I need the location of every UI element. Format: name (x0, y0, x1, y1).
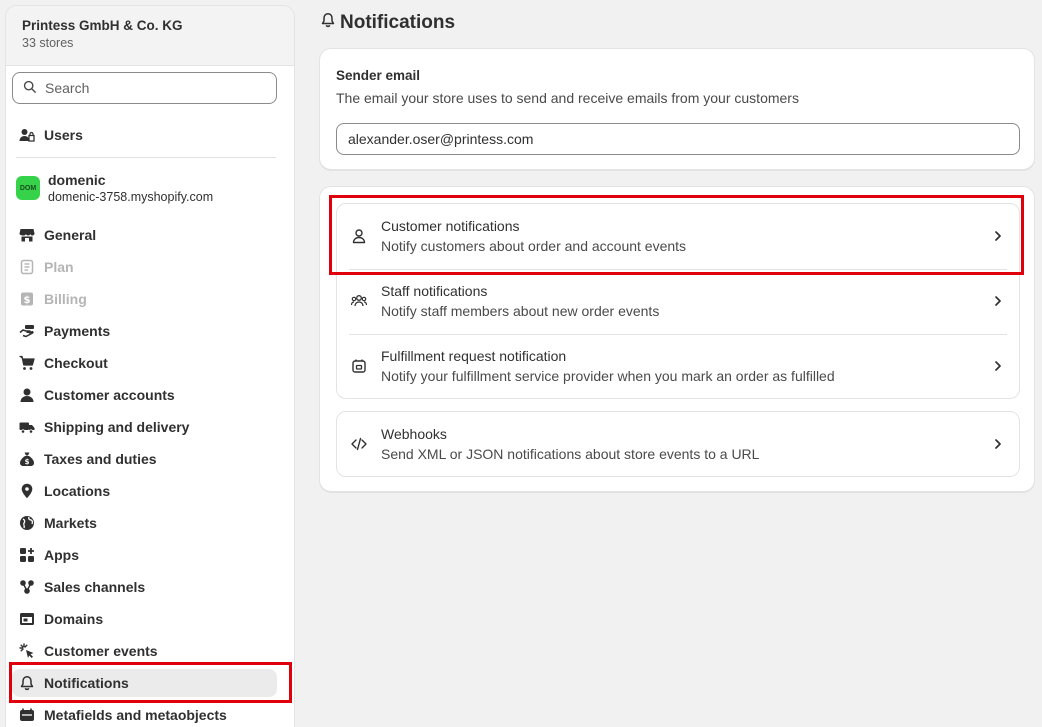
domains-icon (18, 610, 36, 628)
sidebar-item-customer-accounts[interactable]: Customer accounts (12, 381, 277, 409)
organization-name: Printess GmbH & Co. KG (22, 18, 183, 33)
organization-header[interactable]: Printess GmbH & Co. KG 33 stores (6, 6, 294, 66)
store-icon (18, 226, 36, 244)
sidebar-item-label: Taxes and duties (44, 451, 157, 467)
sidebar-item-label: Apps (44, 547, 79, 563)
search-box[interactable] (12, 72, 277, 104)
page-title-text: Notifications (340, 12, 456, 33)
sidebar-item-taxes[interactable]: $ Taxes and duties (12, 445, 277, 473)
sidebar-item-billing[interactable]: $ Billing (12, 285, 277, 313)
sidebar-item-metafields[interactable]: Metafields and metaobjects (12, 701, 277, 727)
sidebar-item-markets[interactable]: Markets (12, 509, 277, 537)
sidebar-item-users[interactable]: Users (12, 121, 277, 149)
sidebar-item-label: Sales channels (44, 579, 146, 595)
users-icon (18, 126, 36, 144)
person-icon (351, 228, 367, 244)
chevron-right-icon (991, 358, 1005, 374)
sidebar-item-label: General (44, 227, 97, 243)
sidebar-item-label: Domains (44, 611, 104, 627)
sidebar-item-domains[interactable]: Domains (12, 605, 277, 633)
svg-text:$: $ (25, 458, 30, 466)
row-description: Notify your fulfillment service provider… (381, 368, 835, 384)
sidebar-item-label: Locations (44, 483, 111, 499)
webhooks-row[interactable]: Webhooks Send XML or JSON notifications … (337, 412, 1019, 477)
truck-icon (18, 418, 36, 436)
sales-channels-icon (18, 578, 36, 596)
store-domain: domenic-3758.myshopify.com (48, 190, 214, 204)
sidebar-item-label: Payments (44, 323, 111, 339)
store-name: domenic (48, 172, 106, 188)
sidebar-item-label: Checkout (44, 355, 108, 371)
customer-notifications-row[interactable]: Customer notifications Notify customers … (337, 204, 1019, 269)
row-title: Customer notifications (381, 218, 520, 234)
sidebar-item-checkout[interactable]: Checkout (12, 349, 277, 377)
cursor-click-icon (18, 642, 36, 660)
payments-icon (18, 322, 36, 340)
svg-text:$: $ (24, 295, 31, 306)
row-title: Webhooks (381, 426, 447, 442)
notification-types-group: Customer notifications Notify customers … (336, 203, 1020, 399)
row-title: Fulfillment request notification (381, 348, 567, 364)
staff-notifications-row[interactable]: Staff notifications Notify staff members… (337, 269, 1019, 334)
location-pin-icon (18, 482, 36, 500)
globe-icon (18, 514, 36, 532)
sidebar-item-notifications[interactable]: Notifications (12, 669, 277, 697)
metafields-icon (18, 706, 36, 724)
sidebar-item-payments[interactable]: Payments (12, 317, 277, 345)
chevron-right-icon (991, 228, 1005, 244)
chevron-right-icon (991, 436, 1005, 452)
sender-email-title: Sender email (336, 68, 421, 83)
sidebar-item-customer-events[interactable]: Customer events (12, 637, 277, 665)
plan-icon (18, 258, 36, 276)
apps-icon (18, 546, 36, 564)
store-avatar: DOM (16, 176, 40, 200)
sidebar-item-label: Users (44, 127, 83, 143)
sender-email-input[interactable] (336, 123, 1020, 155)
people-icon (350, 293, 368, 309)
sidebar-item-apps[interactable]: Apps (12, 541, 277, 569)
sidebar-item-locations[interactable]: Locations (12, 477, 277, 505)
row-description: Send XML or JSON notifications about sto… (381, 446, 760, 462)
sidebar-item-label: Notifications (44, 675, 129, 691)
cart-icon (18, 354, 36, 372)
sidebar-divider (16, 157, 276, 158)
bell-icon (320, 12, 340, 34)
sidebar-item-plan[interactable]: Plan (12, 253, 277, 281)
store-switcher[interactable]: DOM domenic domenic-3758.myshopify.com (16, 172, 213, 204)
sidebar-item-label: Billing (44, 291, 87, 307)
sidebar-item-general[interactable]: General (12, 221, 277, 249)
row-description: Notify staff members about new order eve… (381, 303, 660, 319)
money-bag-icon: $ (18, 450, 36, 468)
sidebar-item-label: Shipping and delivery (44, 419, 190, 435)
sidebar-item-label: Customer accounts (44, 387, 175, 403)
sidebar-item-label: Metafields and metaobjects (44, 707, 227, 723)
sidebar-item-label: Customer events (44, 643, 158, 659)
package-icon (351, 358, 367, 374)
billing-icon: $ (18, 290, 36, 308)
fulfillment-request-notification-row[interactable]: Fulfillment request notification Notify … (337, 334, 1019, 399)
bell-icon (18, 674, 36, 692)
sender-email-description: The email your store uses to send and re… (336, 90, 799, 106)
notifications-card: Customer notifications Notify customers … (319, 186, 1035, 492)
sidebar-item-shipping[interactable]: Shipping and delivery (12, 413, 277, 441)
person-icon (18, 386, 36, 404)
organization-store-count: 33 stores (22, 36, 74, 50)
sender-email-card: Sender email The email your store uses t… (319, 48, 1035, 170)
webhooks-group: Webhooks Send XML or JSON notifications … (336, 411, 1020, 477)
sidebar-item-label: Plan (44, 259, 74, 275)
page-title: Notifications (320, 12, 455, 34)
sidebar-item-sales-channels[interactable]: Sales channels (12, 573, 277, 601)
search-input[interactable] (45, 80, 265, 96)
sidebar-item-label: Markets (44, 515, 97, 531)
search-icon (23, 80, 37, 97)
row-title: Staff notifications (381, 283, 488, 299)
code-icon (351, 436, 367, 452)
row-description: Notify customers about order and account… (381, 238, 687, 254)
chevron-right-icon (991, 293, 1005, 309)
